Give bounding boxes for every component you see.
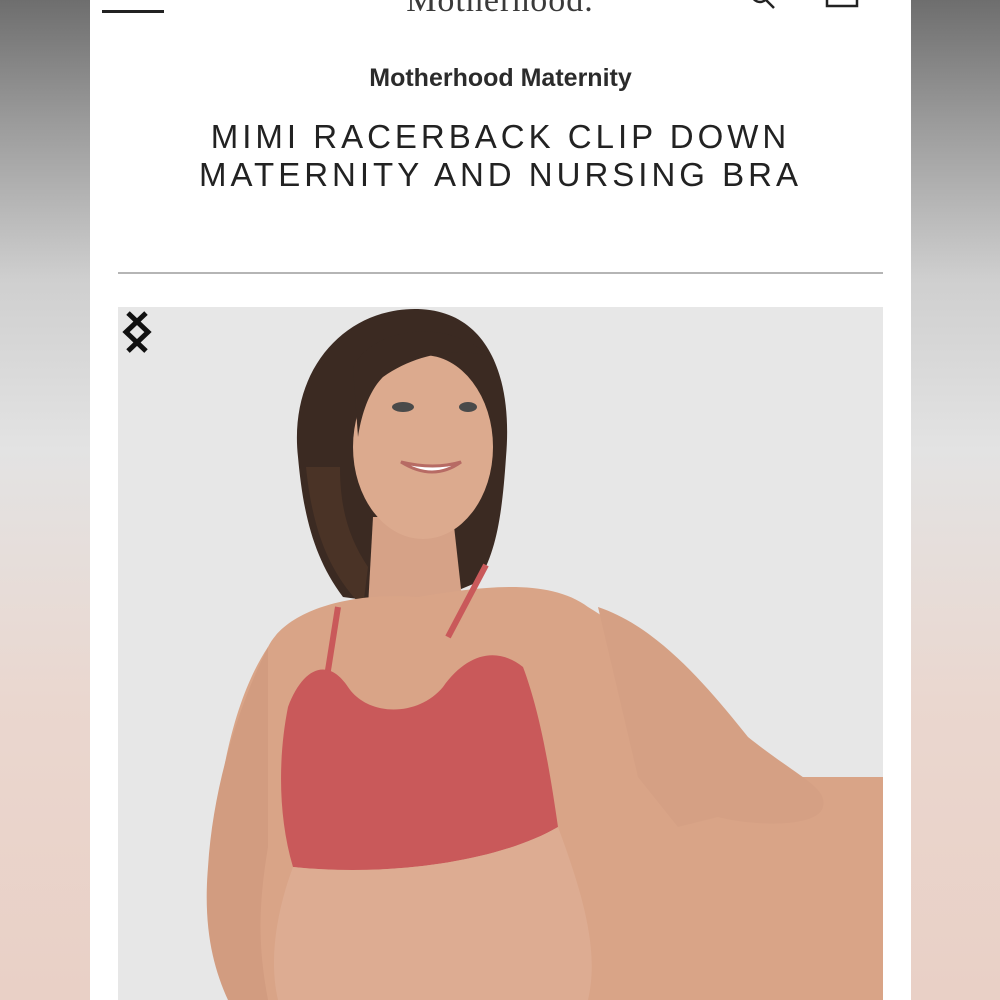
chevron-right-icon[interactable] [118,307,158,357]
site-logo[interactable]: Motherhood. [360,0,640,20]
product-page: Motherhood. Motherhood Maternity MIMI RA… [90,0,911,1000]
product-brand[interactable]: Motherhood Maternity [90,64,911,93]
product-photo [118,307,883,1000]
hamburger-menu-icon[interactable] [102,8,164,14]
menu-bar [102,10,164,13]
divider [118,272,883,274]
search-icon[interactable] [750,0,778,12]
product-image-gallery[interactable] [118,307,883,1000]
product-title: MIMI RACERBACK CLIP DOWN MATERNITY AND N… [198,118,802,193]
shopping-bag-icon[interactable] [824,0,860,8]
